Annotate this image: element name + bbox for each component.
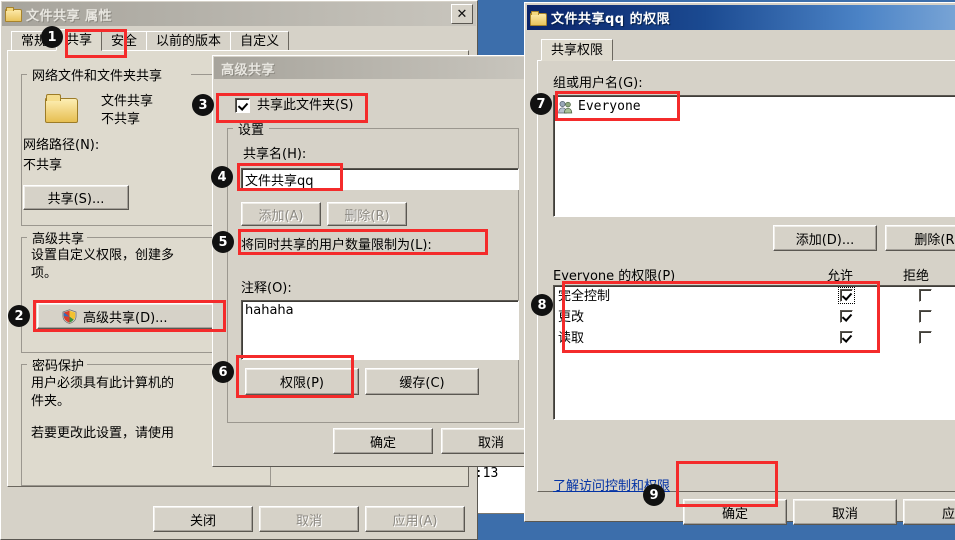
properties-titlebar: 文件共享 属性 ✕: [2, 2, 476, 26]
network-path-value: 不共享: [23, 158, 63, 173]
permissions-dialog: 文件共享qq 的权限 共享权限 组或用户名(G): Everyone 添加(D)…: [524, 2, 955, 525]
permissions-title: 文件共享qq 的权限: [551, 12, 671, 27]
marker-8: 8: [531, 294, 553, 316]
shield-icon: [62, 308, 77, 324]
user-limit-label: 将同时共享的用户数量限制为(L):: [241, 238, 432, 253]
permission-name: 更改: [558, 310, 585, 325]
tab-sharing[interactable]: 共享: [56, 29, 103, 51]
allow-column-header: 允许: [827, 269, 854, 284]
marker-7: 7: [530, 93, 552, 115]
share-this-folder-checkbox[interactable]: [235, 98, 250, 113]
permission-deny-checkbox[interactable]: [919, 289, 932, 302]
permissions-tabstrip: 共享权限: [535, 39, 955, 61]
users-group-icon: [558, 100, 573, 114]
permission-name: 读取: [558, 331, 585, 346]
add-principal-button[interactable]: 添加(D)...: [773, 225, 877, 251]
principals-listbox[interactable]: Everyone: [553, 95, 955, 217]
tab-customize[interactable]: 自定义: [230, 31, 290, 51]
permissions-button[interactable]: 权限(P): [245, 368, 359, 395]
permissions-cancel-button[interactable]: 取消: [793, 499, 897, 525]
table-row[interactable]: 更改: [554, 307, 955, 328]
permissions-titlebar: 文件共享qq 的权限: [527, 5, 955, 30]
shared-folder-icon: [45, 94, 79, 123]
remove-share-name-button[interactable]: 删除(R): [327, 202, 407, 226]
marker-9: 9: [643, 484, 665, 506]
tab-security[interactable]: 安全: [101, 31, 148, 51]
network-path-label: 网络路径(N):: [23, 138, 100, 153]
marker-5: 5: [212, 231, 234, 253]
permissions-listbox[interactable]: 完全控制 更改 读取: [553, 285, 955, 420]
caching-button[interactable]: 缓存(C): [365, 368, 479, 395]
advanced-sharing-desc-1: 设置自定义权限，创建多: [31, 248, 175, 263]
permissions-apply-button[interactable]: 应用: [903, 499, 955, 525]
principal-name: Everyone: [578, 99, 641, 114]
permission-allow-checkbox[interactable]: [840, 310, 853, 323]
permission-allow-checkbox[interactable]: [838, 287, 855, 304]
group-top-left: [227, 128, 233, 129]
folder-icon: [530, 10, 547, 26]
close-button[interactable]: 关闭: [153, 506, 253, 532]
table-row[interactable]: 完全控制: [554, 286, 955, 307]
marker-2: 2: [8, 305, 30, 327]
table-row[interactable]: 读取: [554, 328, 955, 349]
group-users-label: 组或用户名(G):: [553, 76, 643, 91]
marker-3: 3: [192, 94, 214, 116]
properties-title: 文件共享 属性: [26, 8, 113, 24]
advanced-sharing-desc-2: 项。: [31, 266, 58, 281]
advanced-sharing-titlebar: 高级共享: [214, 57, 530, 79]
marker-1: 1: [41, 26, 63, 48]
deny-column-header: 拒绝: [903, 269, 930, 284]
add-share-name-button[interactable]: 添加(A): [241, 202, 321, 226]
permission-deny-checkbox[interactable]: [919, 331, 932, 344]
marker-4: 4: [211, 166, 233, 188]
shared-folder-name: 文件共享: [101, 94, 154, 109]
share-name-label: 共享名(H):: [243, 147, 307, 162]
group-top-right: [269, 128, 519, 129]
advanced-sharing-button[interactable]: 高级共享(D)...: [37, 303, 223, 329]
advanced-sharing-button-label: 高级共享(D)...: [83, 310, 168, 326]
advanced-sharing-group-label: 高级共享: [29, 228, 88, 247]
tab-previous-versions[interactable]: 以前的版本: [146, 31, 232, 51]
properties-tabstrip: 常规 共享 安全 以前的版本 自定义: [5, 29, 481, 51]
share-this-folder-row[interactable]: 共享此文件夹(S): [235, 97, 353, 114]
apply-button[interactable]: 应用(A): [365, 506, 465, 532]
share-name-input[interactable]: 文件共享qq: [241, 168, 519, 190]
password-desc-3: 若要更改此设置，请使用: [31, 426, 175, 441]
group-top-left: [21, 237, 27, 238]
share-button[interactable]: 共享(S)...: [23, 185, 129, 210]
comment-label: 注释(O):: [241, 281, 292, 296]
password-desc-1: 用户必须具有此计算机的: [31, 376, 175, 391]
network-sharing-group-label: 网络文件和文件夹共享: [29, 65, 166, 84]
group-top-left: [21, 74, 27, 75]
tab-share-permissions[interactable]: 共享权限: [541, 39, 614, 61]
comment-input[interactable]: hahaha: [241, 300, 519, 360]
advanced-ok-button[interactable]: 确定: [333, 428, 433, 454]
advanced-sharing-title: 高级共享: [221, 62, 276, 78]
list-item[interactable]: Everyone: [554, 96, 955, 117]
group-top-left: [21, 364, 27, 365]
folder-icon: [5, 7, 22, 22]
permissions-ok-button[interactable]: 确定: [683, 499, 787, 525]
advanced-sharing-dialog: 高级共享 共享此文件夹(S) 设置 共享名(H): 文件共享qq 添加(A) 删…: [212, 55, 541, 467]
shared-folder-state: 不共享: [101, 112, 141, 127]
permissions-header-label: Everyone 的权限(P): [553, 269, 676, 284]
remove-principal-button[interactable]: 删除(R): [885, 225, 955, 251]
password-desc-2: 件夹。: [31, 394, 71, 409]
permission-allow-checkbox[interactable]: [840, 331, 853, 344]
close-icon[interactable]: ✕: [451, 4, 473, 24]
permission-name: 完全控制: [558, 289, 611, 304]
settings-group-label: 设置: [235, 119, 268, 138]
marker-6: 6: [212, 361, 234, 383]
permission-deny-checkbox[interactable]: [919, 310, 932, 323]
password-protection-group-label: 密码保护: [29, 355, 88, 374]
cancel-button[interactable]: 取消: [259, 506, 359, 532]
share-this-folder-label: 共享此文件夹(S): [257, 98, 354, 113]
